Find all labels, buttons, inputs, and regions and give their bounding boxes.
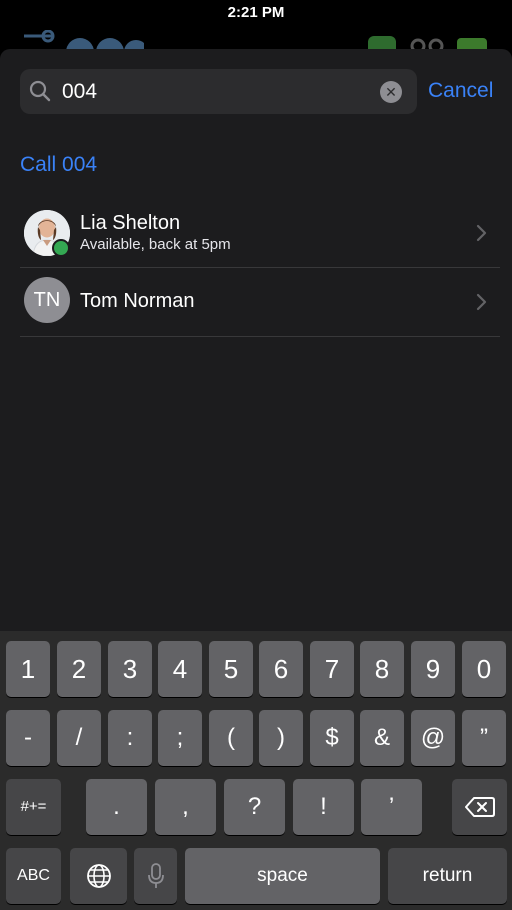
- key-colon[interactable]: :: [108, 710, 152, 766]
- avatar: TN: [24, 277, 70, 323]
- key-backspace[interactable]: [452, 779, 507, 835]
- key-5[interactable]: 5: [209, 641, 253, 697]
- key-ampersand[interactable]: &: [360, 710, 404, 766]
- call-number-link[interactable]: Call 004: [20, 153, 97, 177]
- contact-row[interactable]: Lia Shelton Available, back at 5pm: [20, 199, 500, 268]
- key-quote[interactable]: ”: [462, 710, 506, 766]
- contact-row[interactable]: TN Tom Norman: [20, 268, 500, 337]
- avatar-initials: TN: [33, 289, 61, 311]
- key-8[interactable]: 8: [360, 641, 404, 697]
- key-open-paren[interactable]: (: [209, 710, 253, 766]
- key-close-paren[interactable]: ): [259, 710, 303, 766]
- search-icon: [29, 80, 51, 102]
- key-more-symbols[interactable]: #+=: [6, 779, 61, 835]
- key-exclamation[interactable]: !: [293, 779, 354, 835]
- key-abc[interactable]: ABC: [6, 848, 61, 904]
- cancel-button[interactable]: Cancel: [428, 79, 493, 103]
- key-dictation[interactable]: [134, 848, 177, 904]
- contact-name: Lia Shelton: [80, 212, 181, 234]
- chevron-right-icon: [476, 224, 487, 242]
- chevron-right-icon: [476, 293, 487, 311]
- key-0[interactable]: 0: [462, 641, 506, 697]
- status-bar: 2:21 PM: [0, 0, 512, 30]
- status-time: 2:21 PM: [227, 4, 285, 21]
- microphone-icon: [147, 863, 164, 888]
- keyboard: 1 2 3 4 5 6 7 8 9 0 - / : ; ( ) $ & @ ” …: [0, 631, 512, 910]
- backspace-icon: [464, 797, 495, 817]
- key-question[interactable]: ?: [224, 779, 285, 835]
- key-1[interactable]: 1: [6, 641, 50, 697]
- key-3[interactable]: 3: [108, 641, 152, 697]
- contact-status: Available, back at 5pm: [80, 236, 231, 253]
- key-space[interactable]: space: [185, 848, 380, 904]
- key-comma[interactable]: ,: [155, 779, 216, 835]
- key-dollar[interactable]: $: [310, 710, 354, 766]
- key-period[interactable]: .: [86, 779, 147, 835]
- key-slash[interactable]: /: [57, 710, 101, 766]
- key-globe[interactable]: [70, 848, 127, 904]
- clear-search-icon[interactable]: ✕: [380, 81, 402, 103]
- search-box[interactable]: ✕: [20, 69, 417, 114]
- key-return[interactable]: return: [388, 848, 507, 904]
- key-4[interactable]: 4: [158, 641, 202, 697]
- key-6[interactable]: 6: [259, 641, 303, 697]
- key-at[interactable]: @: [411, 710, 455, 766]
- search-input[interactable]: [62, 77, 372, 107]
- key-2[interactable]: 2: [57, 641, 101, 697]
- key-hyphen[interactable]: -: [6, 710, 50, 766]
- contact-name: Tom Norman: [80, 290, 195, 312]
- key-7[interactable]: 7: [310, 641, 354, 697]
- search-row: ✕ Cancel: [20, 69, 500, 114]
- presence-available-icon: [52, 239, 70, 257]
- key-9[interactable]: 9: [411, 641, 455, 697]
- globe-icon: [86, 864, 111, 888]
- key-semicolon[interactable]: ;: [158, 710, 202, 766]
- key-apostrophe[interactable]: ’: [361, 779, 422, 835]
